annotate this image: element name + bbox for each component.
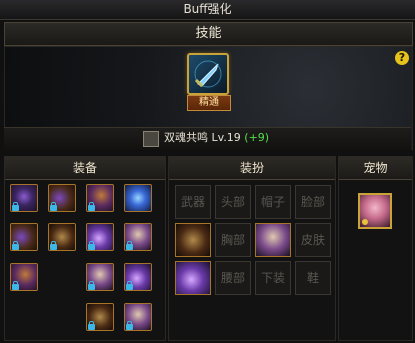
avatar-slot-equipped[interactable] [175,223,211,257]
lock-icon [126,281,133,290]
skill-small-icon [143,131,159,147]
avatar-slot[interactable]: 帽子 [255,185,291,219]
buff-enhance-window: Buff强化 技能 精通 ? 双魂共鸣 Lv.19 (+9) 装备 装扮 武器头… [0,0,415,343]
equipment-slot[interactable] [86,303,114,331]
avatar-slot-equipped[interactable] [175,261,211,295]
equipment-slot[interactable] [10,263,38,291]
lock-icon [12,241,19,250]
avatar-title: 装扮 [169,157,335,180]
avatar-panel: 装扮 武器 头部 帽子 脸部胸部 皮肤腰部 下装鞋 [168,156,336,341]
lock-icon [50,241,57,250]
lock-icon [50,202,57,211]
equipment-slot[interactable] [124,303,152,331]
equipment-slot[interactable] [124,263,152,291]
lock-icon [88,202,95,211]
skill-bonus: (+9) [244,131,270,144]
mastery-badge: 精通 [187,95,231,111]
avatar-slot[interactable]: 胸部 [215,223,251,257]
lock-icon [126,241,133,250]
lock-icon [88,281,95,290]
lock-icon [88,321,95,330]
equipment-slot[interactable] [10,184,38,212]
avatar-slot[interactable]: 腰部 [215,261,251,295]
equipment-slot[interactable] [48,223,76,251]
pet-title: 宠物 [339,157,412,180]
help-icon[interactable]: ? [395,51,409,65]
equipment-slot[interactable] [10,223,38,251]
equipment-slot[interactable] [86,184,114,212]
skill-name: 双魂共鸣 [164,131,208,144]
avatar-slot[interactable]: 鞋 [295,261,331,295]
equipment-slot[interactable] [48,184,76,212]
equipment-slot[interactable] [86,223,114,251]
sword-skill-icon[interactable] [187,53,229,95]
pet-panel: 宠物 [338,156,413,341]
lock-icon [126,321,133,330]
equipment-slot[interactable] [124,223,152,251]
avatar-slot[interactable]: 头部 [215,185,251,219]
lock-icon [12,281,19,290]
equipment-title: 装备 [5,157,165,180]
lock-icon [88,241,95,250]
window-title: Buff强化 [0,0,415,20]
avatar-slot-equipped[interactable] [255,223,291,257]
equipment-slot[interactable] [124,184,152,212]
avatar-slot[interactable]: 武器 [175,185,211,219]
lock-icon [12,202,19,211]
avatar-slot[interactable]: 脸部 [295,185,331,219]
skill-name-line: 双魂共鸣 Lv.19 (+9) [164,131,269,145]
equipment-panel: 装备 [4,156,166,341]
pet-slot[interactable] [358,193,392,229]
avatar-slot[interactable]: 皮肤 [295,223,331,257]
avatar-slot[interactable]: 下装 [255,261,291,295]
skill-section-header: 技能 [4,22,413,46]
equipment-slot[interactable] [86,263,114,291]
skill-level: Lv.19 [211,131,241,144]
